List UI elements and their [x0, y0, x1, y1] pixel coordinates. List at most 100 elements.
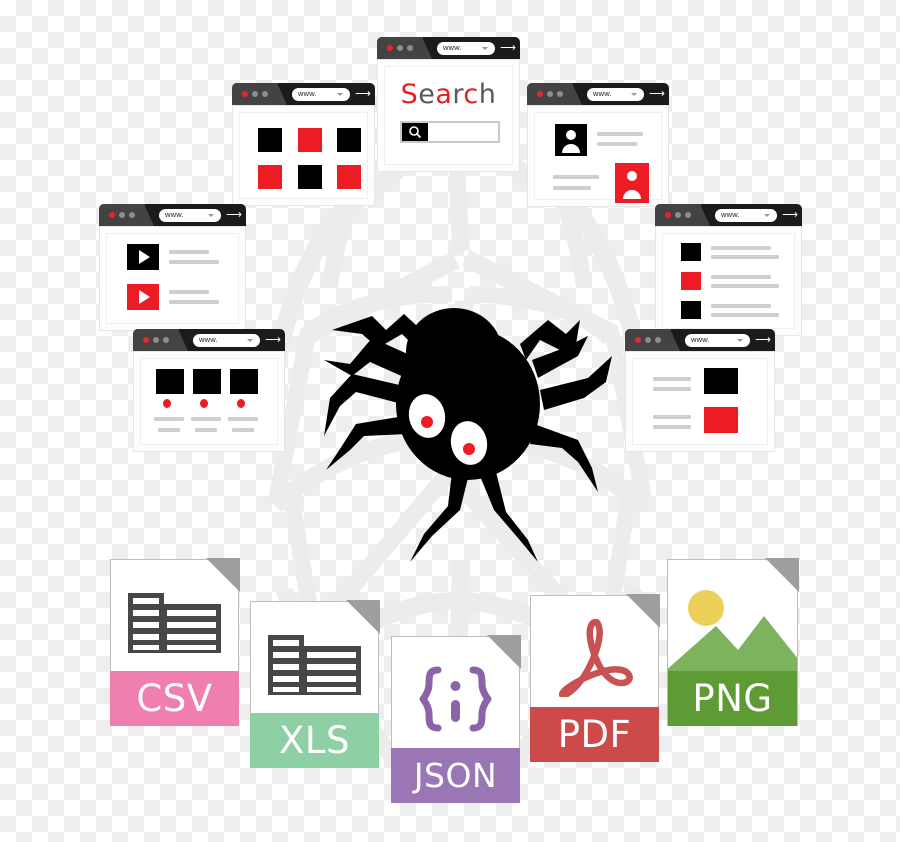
product-thumbnail[interactable] — [230, 369, 258, 394]
minimize-dot-icon[interactable] — [547, 91, 553, 97]
text-line — [711, 275, 771, 279]
grid-tile[interactable] — [258, 165, 282, 189]
minimize-dot-icon[interactable] — [675, 212, 681, 218]
minimize-dot-icon[interactable] — [153, 337, 159, 343]
address-bar[interactable]: www. — [159, 208, 221, 222]
close-dot-icon[interactable] — [242, 91, 248, 97]
chevron-down-icon[interactable] — [737, 338, 743, 342]
maximize-dot-icon[interactable] — [129, 212, 135, 218]
text-line — [553, 186, 591, 190]
avatar[interactable] — [615, 163, 649, 203]
article-thumbnail[interactable] — [681, 301, 701, 319]
page-viewport — [232, 105, 375, 206]
go-arrow-icon[interactable]: ⟶ — [499, 42, 520, 54]
close-dot-icon[interactable] — [387, 45, 393, 51]
window-controls[interactable] — [655, 204, 710, 226]
window-controls[interactable] — [232, 83, 287, 105]
close-dot-icon[interactable] — [537, 91, 543, 97]
chevron-down-icon[interactable] — [482, 46, 488, 50]
address-bar-text: www. — [443, 43, 462, 53]
file-icon-xls[interactable]: XLS — [250, 600, 380, 768]
close-dot-icon[interactable] — [665, 212, 671, 218]
article-thumbnail[interactable] — [681, 272, 701, 290]
maximize-dot-icon[interactable] — [262, 91, 268, 97]
minimize-dot-icon[interactable] — [252, 91, 258, 97]
avatar[interactable] — [555, 124, 587, 156]
go-arrow-icon[interactable]: ⟶ — [781, 209, 802, 221]
status-badge — [237, 399, 245, 408]
file-type-label: PDF — [557, 713, 632, 756]
go-arrow-icon[interactable]: ⟶ — [225, 209, 246, 221]
file-icon-csv[interactable]: CSV — [110, 558, 240, 726]
window-controls[interactable] — [625, 329, 680, 351]
address-bar-text: www. — [721, 210, 740, 220]
folded-corner-icon — [206, 558, 240, 592]
go-arrow-icon[interactable]: ⟶ — [754, 334, 775, 346]
avatar-body-icon — [623, 190, 641, 199]
text-line — [711, 304, 771, 308]
window-controls[interactable] — [99, 204, 154, 226]
video-list-window[interactable]: www. ⟶ — [99, 204, 246, 331]
go-arrow-icon[interactable]: ⟶ — [264, 334, 285, 346]
chevron-down-icon[interactable] — [631, 92, 637, 96]
video-thumbnail[interactable] — [127, 244, 159, 270]
maximize-dot-icon[interactable] — [655, 337, 661, 343]
magnifier-icon[interactable] — [402, 123, 428, 141]
go-arrow-icon[interactable]: ⟶ — [648, 88, 669, 100]
file-type-label: JSON — [413, 756, 498, 795]
chevron-down-icon[interactable] — [764, 213, 770, 217]
text-line — [711, 284, 779, 288]
window-controls[interactable] — [377, 37, 432, 59]
close-dot-icon[interactable] — [635, 337, 641, 343]
address-bar[interactable]: www. — [587, 87, 644, 101]
thumbnail-grid-window[interactable]: www. ⟶ — [232, 83, 375, 206]
grid-tile[interactable] — [298, 128, 322, 152]
address-bar[interactable]: www. — [292, 87, 350, 101]
close-dot-icon[interactable] — [143, 337, 149, 343]
window-controls[interactable] — [527, 83, 582, 105]
chevron-down-icon[interactable] — [208, 213, 214, 217]
text-line — [154, 417, 184, 421]
browser-title-bar: www. ⟶ — [527, 83, 669, 105]
file-icon-json[interactable]: JSON — [391, 635, 521, 803]
maximize-dot-icon[interactable] — [557, 91, 563, 97]
grid-tile[interactable] — [258, 128, 282, 152]
address-bar[interactable]: www. — [685, 333, 750, 347]
address-bar[interactable]: www. — [715, 208, 777, 222]
grid-tile[interactable] — [337, 165, 361, 189]
article-thumbnail[interactable] — [681, 243, 701, 261]
minimize-dot-icon[interactable] — [119, 212, 125, 218]
chevron-down-icon[interactable] — [247, 338, 253, 342]
close-dot-icon[interactable] — [109, 212, 115, 218]
minimize-dot-icon[interactable] — [645, 337, 651, 343]
address-bar[interactable]: www. — [193, 333, 260, 347]
search-heading-letter: h — [478, 79, 497, 110]
address-bar[interactable]: www. — [437, 41, 495, 55]
maximize-dot-icon[interactable] — [163, 337, 169, 343]
media-thumbnail[interactable] — [704, 368, 738, 394]
text-line — [711, 246, 771, 250]
maximize-dot-icon[interactable] — [407, 45, 413, 51]
search-input[interactable] — [400, 121, 500, 143]
media-thumbnail[interactable] — [704, 407, 738, 433]
profile-cards-window[interactable]: www. ⟶ — [527, 83, 669, 207]
article-list-window[interactable]: www. ⟶ — [655, 204, 802, 336]
grid-tile[interactable] — [337, 128, 361, 152]
file-icon-png[interactable]: PNG — [667, 558, 799, 726]
go-arrow-icon[interactable]: ⟶ — [354, 88, 375, 100]
product-thumbnail[interactable] — [193, 369, 221, 394]
search-window[interactable]: www. ⟶ Search — [377, 37, 520, 172]
text-line — [597, 142, 637, 146]
chevron-down-icon[interactable] — [337, 92, 343, 96]
video-thumbnail[interactable] — [127, 284, 159, 310]
maximize-dot-icon[interactable] — [685, 212, 691, 218]
file-icon-pdf[interactable]: PDF — [530, 594, 660, 762]
address-bar-text: www. — [199, 335, 218, 345]
product-thumbnail[interactable] — [156, 369, 184, 394]
text-line — [653, 377, 691, 381]
window-controls[interactable] — [133, 329, 188, 351]
product-grid-window[interactable]: www. ⟶ — [133, 329, 285, 452]
grid-tile[interactable] — [298, 165, 322, 189]
media-list-window[interactable]: www. ⟶ — [625, 329, 775, 452]
minimize-dot-icon[interactable] — [397, 45, 403, 51]
